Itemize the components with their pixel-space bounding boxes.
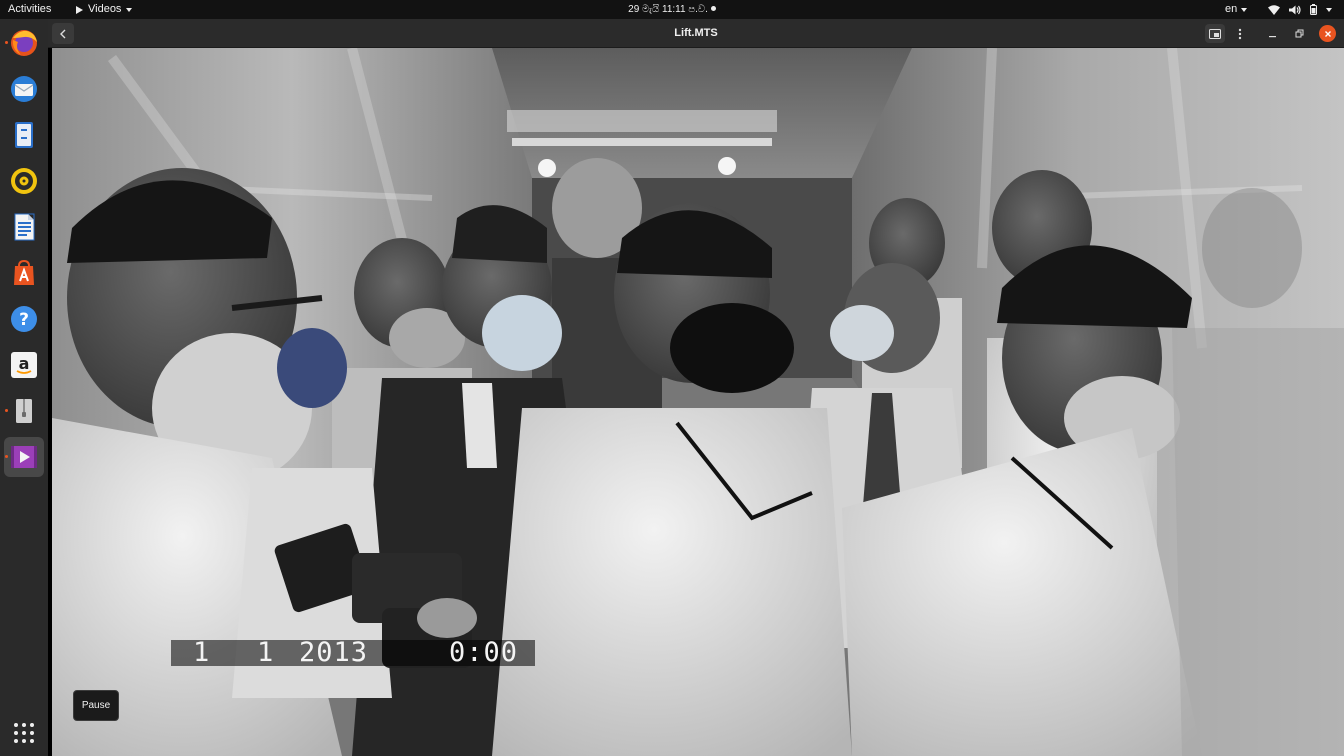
volume-icon <box>1289 5 1301 14</box>
dock-item-rhythmbox[interactable] <box>4 161 44 201</box>
videos-icon <box>9 442 39 472</box>
clock-label: 29 මැයි 11:11 ප.ව. <box>628 4 708 15</box>
system-tray[interactable] <box>1268 0 1332 19</box>
picture-in-picture-icon <box>1209 28 1221 39</box>
show-applications-button[interactable] <box>14 723 34 743</box>
dock-item-videos[interactable] <box>4 437 44 477</box>
dock-item-writer[interactable] <box>4 207 44 247</box>
date-year: 2013 <box>299 637 369 668</box>
minimize-button[interactable] <box>1262 24 1282 43</box>
maximize-button[interactable] <box>1289 24 1309 43</box>
grid-dot <box>22 723 26 727</box>
window-title: Lift.MTS <box>674 27 718 39</box>
running-indicator <box>5 455 8 458</box>
app-menu-label: Videos <box>88 3 122 15</box>
firefox-icon <box>9 28 39 58</box>
clock-button[interactable]: 29 මැයි 11:11 ප.ව. <box>628 4 716 15</box>
software-icon <box>9 258 39 288</box>
grid-dot <box>22 739 26 743</box>
help-icon: ? <box>9 304 39 334</box>
kebab-menu-icon <box>1238 28 1242 39</box>
dock-item-files[interactable] <box>4 115 44 155</box>
close-icon <box>1324 30 1331 37</box>
language-label: en <box>1225 3 1238 15</box>
window-titlebar[interactable]: Lift.MTS <box>48 19 1344 48</box>
minimize-icon <box>1268 36 1276 38</box>
grid-dot <box>14 739 18 743</box>
files-icon <box>9 120 39 150</box>
dock-item-software[interactable] <box>4 253 44 293</box>
grid-dot <box>14 731 18 735</box>
chevron-down-icon <box>126 7 133 12</box>
video-date-stamp: 1 1 2013 0:00 <box>171 637 535 668</box>
top-bar: Activities Videos 29 මැයි 11:11 ප.ව. en <box>0 0 1344 19</box>
grid-dot <box>30 731 34 735</box>
notification-dot-icon <box>710 6 716 11</box>
grid-dot <box>22 731 26 735</box>
restore-icon <box>1295 29 1303 38</box>
archive-icon <box>9 396 39 426</box>
grid-dot <box>30 739 34 743</box>
activities-button[interactable]: Activities <box>8 0 51 19</box>
clock: 29 මැයි 11:11 ප.ව. <box>0 0 1344 19</box>
svg-text:a: a <box>19 354 30 373</box>
date-day: 1 <box>193 637 211 668</box>
battery-icon <box>1310 4 1317 15</box>
language-indicator[interactable]: en <box>1225 0 1248 19</box>
app-menu[interactable]: Videos <box>76 0 133 19</box>
grid-dot <box>14 723 18 727</box>
thunderbird-icon <box>9 74 39 104</box>
chevron-down-icon <box>1241 7 1248 12</box>
videos-window: Lift.MTS 1 1 2013 0:00 <box>48 19 1344 756</box>
play-icon <box>76 5 83 14</box>
dock: ? a <box>0 19 48 756</box>
options-menu-button[interactable] <box>1230 24 1250 43</box>
writer-icon <box>9 212 39 242</box>
dock-item-amazon[interactable]: a <box>4 345 44 385</box>
pause-tooltip: Pause <box>73 690 119 721</box>
rhythmbox-icon <box>9 166 39 196</box>
time-stamp: 0:00 <box>449 637 519 668</box>
dock-item-help[interactable]: ? <box>4 299 44 339</box>
date-month: 1 <box>257 637 275 668</box>
wifi-icon <box>1268 4 1280 15</box>
picture-in-picture-button[interactable] <box>1205 24 1225 43</box>
chevron-left-icon <box>60 29 66 38</box>
chevron-down-icon <box>1326 7 1332 12</box>
close-button[interactable] <box>1319 25 1336 42</box>
dock-item-thunderbird[interactable] <box>4 69 44 109</box>
svg-text:?: ? <box>19 310 29 330</box>
running-indicator <box>5 409 8 412</box>
video-player[interactable]: 1 1 2013 0:00 <box>52 48 1344 756</box>
back-button[interactable] <box>52 23 74 44</box>
dock-item-archive[interactable] <box>4 391 44 431</box>
running-indicator <box>5 41 8 44</box>
amazon-icon: a <box>9 350 39 380</box>
dock-item-firefox[interactable] <box>4 23 44 63</box>
grid-dot <box>30 723 34 727</box>
